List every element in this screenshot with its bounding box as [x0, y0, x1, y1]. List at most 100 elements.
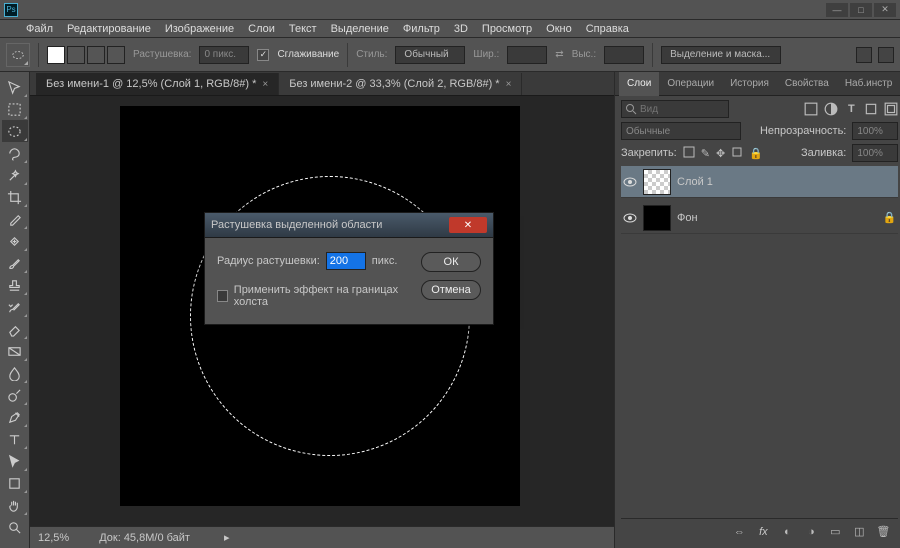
- adjustment-icon[interactable]: ◑: [804, 525, 818, 539]
- menu-text[interactable]: Текст: [289, 23, 317, 35]
- menu-help[interactable]: Справка: [586, 23, 629, 35]
- height-input[interactable]: [604, 46, 644, 64]
- filter-pixel-icon[interactable]: [804, 102, 818, 116]
- lock-artboard-icon[interactable]: [731, 146, 743, 161]
- options-bar: Растушевка: ✓ Сглаживание Стиль: Обычный…: [0, 38, 900, 72]
- eyedropper-tool[interactable]: [2, 208, 28, 230]
- lasso-tool[interactable]: [2, 142, 28, 164]
- filter-smart-icon[interactable]: [884, 102, 898, 116]
- tab-history[interactable]: История: [722, 72, 777, 96]
- menu-bar: Файл Редактирование Изображение Слои Тек…: [0, 20, 900, 38]
- tab-properties[interactable]: Свойства: [777, 72, 837, 96]
- status-chevron-icon[interactable]: ▸: [224, 531, 230, 544]
- menu-3d[interactable]: 3D: [454, 23, 468, 35]
- selection-subtract[interactable]: [87, 46, 105, 64]
- menu-window[interactable]: Окно: [546, 23, 572, 35]
- group-icon[interactable]: ▭: [828, 525, 842, 539]
- status-bar: 12,5% Док: 45,8M/0 байт ▸: [30, 526, 614, 548]
- minimize-button[interactable]: —: [826, 3, 848, 17]
- maximize-button[interactable]: □: [850, 3, 872, 17]
- lock-position-icon[interactable]: ✥: [716, 147, 725, 160]
- visibility-toggle[interactable]: [623, 175, 637, 189]
- menu-edit[interactable]: Редактирование: [67, 23, 151, 35]
- brush-tool[interactable]: [2, 252, 28, 274]
- menu-image[interactable]: Изображение: [165, 23, 234, 35]
- link-layers-icon[interactable]: ⇔: [732, 525, 746, 539]
- apply-edges-checkbox[interactable]: [217, 290, 228, 302]
- history-brush-tool[interactable]: [2, 296, 28, 318]
- close-window-button[interactable]: ✕: [874, 3, 896, 17]
- menu-select[interactable]: Выделение: [331, 23, 389, 35]
- layer-filter-input[interactable]: [621, 100, 729, 118]
- dodge-tool[interactable]: [2, 384, 28, 406]
- type-tool[interactable]: [2, 428, 28, 450]
- cancel-button[interactable]: Отмена: [421, 280, 481, 300]
- filter-shape-icon[interactable]: [864, 102, 878, 116]
- gradient-tool[interactable]: [2, 340, 28, 362]
- visibility-toggle[interactable]: [623, 211, 637, 225]
- zoom-tool[interactable]: [2, 516, 28, 538]
- width-input[interactable]: [507, 46, 547, 64]
- blend-mode-dropdown[interactable]: Обычные: [621, 122, 741, 140]
- document-tab[interactable]: Без имени-1 @ 12,5% (Слой 1, RGB/8#) * ×: [36, 73, 279, 95]
- tab-toolpresets[interactable]: Наб.инстр: [837, 72, 900, 96]
- filter-adjust-icon[interactable]: [824, 102, 838, 116]
- style-dropdown[interactable]: Обычный: [395, 46, 465, 64]
- selection-add[interactable]: [67, 46, 85, 64]
- mask-icon[interactable]: ◐: [780, 525, 794, 539]
- lock-all-icon[interactable]: 🔒: [749, 147, 763, 160]
- close-tab-icon[interactable]: ×: [506, 79, 512, 90]
- options-extra-icon[interactable]: [856, 47, 872, 63]
- tab-layers[interactable]: Слои: [619, 72, 659, 96]
- active-tool-indicator[interactable]: [6, 43, 30, 67]
- hand-tool[interactable]: [2, 494, 28, 516]
- feather-input[interactable]: [199, 46, 249, 64]
- radius-label: Радиус растушевки:: [217, 255, 320, 267]
- document-tab[interactable]: Без имени-2 @ 33,3% (Слой 2, RGB/8#) * ×: [279, 73, 522, 95]
- swap-wh-icon[interactable]: ⇄: [555, 49, 563, 60]
- opacity-input[interactable]: 100%: [852, 122, 898, 140]
- eraser-tool[interactable]: [2, 318, 28, 340]
- layer-row[interactable]: Фон 🔒: [621, 202, 898, 234]
- select-and-mask-button[interactable]: Выделение и маска...: [661, 46, 781, 64]
- layer-name[interactable]: Слой 1: [677, 176, 713, 188]
- crop-tool[interactable]: [2, 186, 28, 208]
- fill-input[interactable]: 100%: [852, 144, 898, 162]
- menu-view[interactable]: Просмотр: [482, 23, 532, 35]
- antialias-checkbox[interactable]: ✓: [257, 49, 269, 61]
- pen-tool[interactable]: [2, 406, 28, 428]
- selection-intersect[interactable]: [107, 46, 125, 64]
- close-tab-icon[interactable]: ×: [262, 79, 268, 90]
- move-tool[interactable]: [2, 76, 28, 98]
- opacity-label: Непрозрачность:: [760, 125, 846, 137]
- magic-wand-tool[interactable]: [2, 164, 28, 186]
- lock-paint-icon[interactable]: ✎: [701, 147, 710, 160]
- dialog-close-button[interactable]: ✕: [449, 217, 487, 233]
- heal-tool[interactable]: [2, 230, 28, 252]
- selection-new[interactable]: [47, 46, 65, 64]
- filter-type-icon[interactable]: T: [844, 102, 858, 116]
- dialog-titlebar[interactable]: Растушевка выделенной области ✕: [205, 213, 493, 237]
- lock-transparent-icon[interactable]: [683, 146, 695, 161]
- fx-icon[interactable]: fx: [756, 525, 770, 539]
- rect-marquee-tool[interactable]: [2, 98, 28, 120]
- ok-button[interactable]: ОК: [421, 252, 481, 272]
- layer-row[interactable]: Слой 1: [621, 166, 898, 198]
- blur-tool[interactable]: [2, 362, 28, 384]
- menu-filter[interactable]: Фильтр: [403, 23, 440, 35]
- ellipse-marquee-tool[interactable]: [2, 120, 28, 142]
- menu-layers[interactable]: Слои: [248, 23, 275, 35]
- shape-tool[interactable]: [2, 472, 28, 494]
- path-select-tool[interactable]: [2, 450, 28, 472]
- options-collapse-icon[interactable]: [878, 47, 894, 63]
- stamp-tool[interactable]: [2, 274, 28, 296]
- new-layer-icon[interactable]: ◫: [852, 525, 866, 539]
- radius-input[interactable]: [326, 252, 366, 270]
- zoom-level[interactable]: 12,5%: [38, 532, 69, 544]
- app-logo: Ps: [4, 3, 18, 17]
- unit-label: пикс.: [372, 255, 398, 267]
- tab-actions[interactable]: Операции: [659, 72, 722, 96]
- layer-name[interactable]: Фон: [677, 212, 698, 224]
- menu-file[interactable]: Файл: [26, 23, 53, 35]
- delete-layer-icon[interactable]: 🗑: [876, 525, 890, 539]
